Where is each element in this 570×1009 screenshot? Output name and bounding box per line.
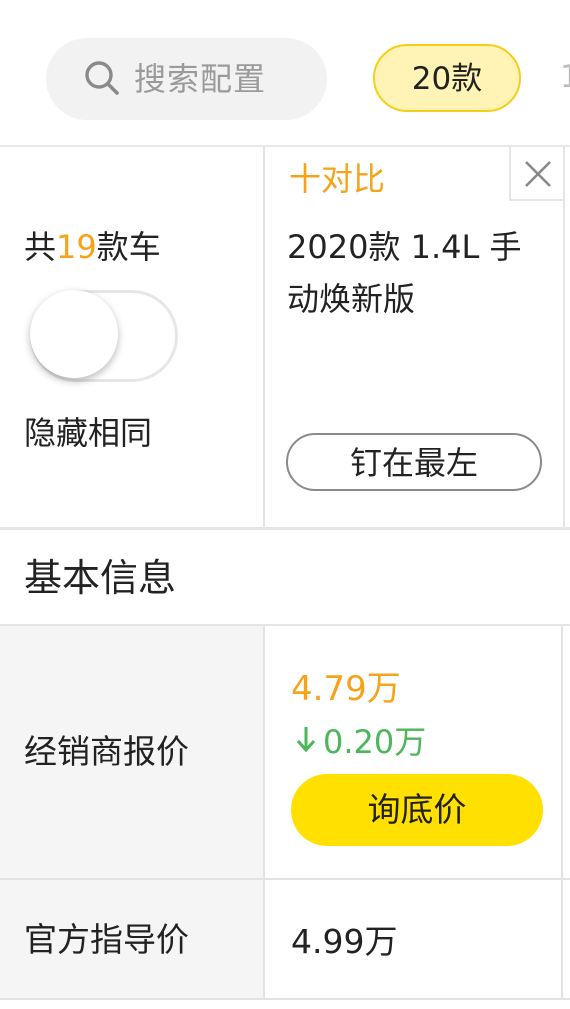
car-column: 十对比 2020款 1.4L 手动焕新版 钉在最左 xyxy=(265,147,563,527)
dealer-price-value: 4.79万 xyxy=(291,669,401,709)
ask-lowest-price-label: 询底价 xyxy=(367,790,467,829)
official-price-label: 官方指导价 xyxy=(24,920,189,959)
official-price-value: 4.99万 xyxy=(291,922,398,961)
search-icon xyxy=(85,61,119,95)
row-value-dealer-price: 4.79万 0.20万 询底价 xyxy=(265,626,563,880)
dealer-price-label: 经销商报价 xyxy=(24,732,189,771)
section-title: 基本信息 xyxy=(24,556,177,600)
remove-car-button[interactable] xyxy=(509,147,563,201)
toggle-knob xyxy=(30,290,118,378)
car-model-name: 2020款 1.4L 手动焕新版 xyxy=(287,228,522,318)
pin-left-label: 钉在最左 xyxy=(349,444,478,482)
pin-left-button[interactable]: 钉在最左 xyxy=(286,433,542,491)
year-tab-next[interactable]: 1 xyxy=(560,58,570,96)
row-label-dealer-price: 经销商报价 xyxy=(0,626,265,880)
car-count-number: 19 xyxy=(56,228,97,266)
row-label-official-price: 官方指导价 xyxy=(0,880,265,1000)
year-tab-label: 20款 xyxy=(411,61,483,97)
car-count-suffix: 款车 xyxy=(96,228,161,266)
search-placeholder: 搜索配置 xyxy=(134,60,267,98)
add-compare-button[interactable]: 十对比 xyxy=(289,159,385,199)
section-header: 基本信息 xyxy=(0,530,570,626)
year-tab-active[interactable]: 20款 xyxy=(373,44,521,112)
row-edge xyxy=(563,626,570,880)
hide-same-toggle[interactable] xyxy=(30,290,178,382)
price-drop: 0.20万 xyxy=(295,722,426,762)
row-edge xyxy=(563,880,570,1000)
summary-panel: 共19款车 隐藏相同 xyxy=(0,147,265,527)
next-column-edge xyxy=(563,147,570,527)
arrow-down-icon xyxy=(295,722,323,762)
price-drop-value: 0.20万 xyxy=(323,723,427,761)
car-count: 共19款车 xyxy=(24,227,161,267)
car-count-prefix: 共 xyxy=(24,228,57,266)
search-box[interactable]: 搜索配置 xyxy=(46,38,327,120)
ask-lowest-price-button[interactable]: 询底价 xyxy=(291,774,543,846)
hide-same-label: 隐藏相同 xyxy=(24,414,153,452)
row-value-official-price: 4.99万 xyxy=(265,880,563,1000)
top-bar: 搜索配置 20款 1 xyxy=(0,0,570,147)
close-icon xyxy=(525,161,551,187)
